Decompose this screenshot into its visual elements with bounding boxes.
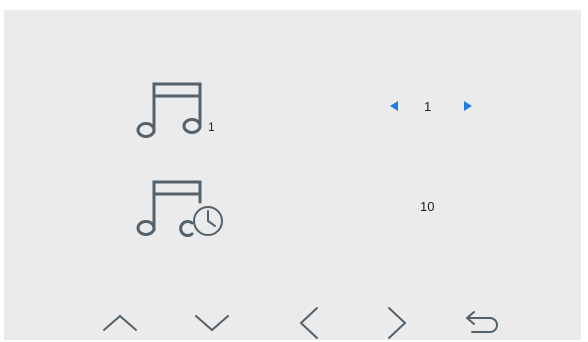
chevron-up-icon xyxy=(103,314,137,331)
ring-duration-value: 10 xyxy=(420,199,435,214)
ringtone-next-button[interactable] xyxy=(461,100,473,112)
nav-down-button[interactable] xyxy=(192,306,232,340)
music-note-clock-icon xyxy=(130,176,230,242)
ringtone-value: 1 xyxy=(424,99,432,114)
chevron-down-icon xyxy=(195,315,229,332)
ringtone-prev-button[interactable] xyxy=(389,100,401,112)
return-arrow-icon xyxy=(466,311,498,333)
back-button[interactable] xyxy=(462,306,502,340)
settings-screen: 1 1 10 xyxy=(4,10,581,340)
music-note-icon xyxy=(130,76,220,142)
nav-up-button[interactable] xyxy=(100,306,140,340)
chevron-left-icon xyxy=(299,307,318,339)
chevron-right-icon xyxy=(388,307,407,339)
nav-right-button[interactable] xyxy=(376,306,416,340)
nav-left-button[interactable] xyxy=(290,306,330,340)
ringtone-icon-suffix: 1 xyxy=(208,120,215,134)
